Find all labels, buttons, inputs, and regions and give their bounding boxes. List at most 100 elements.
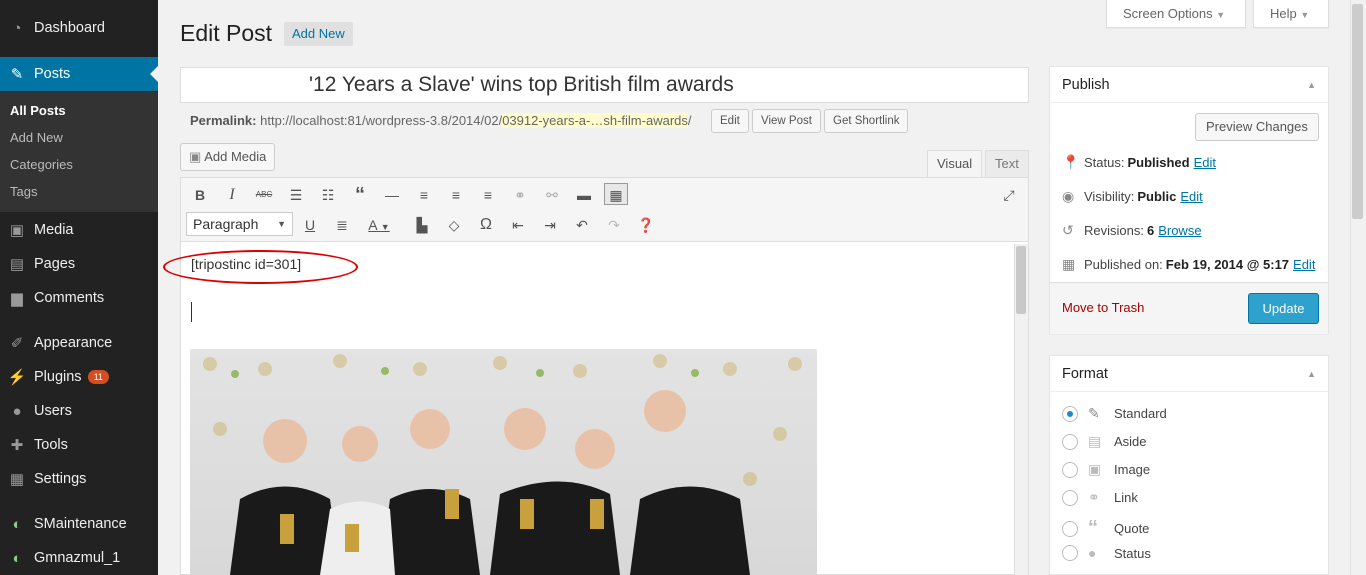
radio-button[interactable] <box>1062 405 1078 422</box>
read-more-icon[interactable]: ▬ <box>572 184 596 206</box>
text-color-icon[interactable]: A ▼ <box>362 214 396 236</box>
undo-icon[interactable]: ↶ <box>570 214 594 236</box>
menu-dashboard[interactable]: ◔ Dashboard <box>0 11 158 45</box>
justify-icon[interactable]: ≣ <box>330 214 354 236</box>
menu-label: Plugins <box>34 369 82 385</box>
menu-pages[interactable]: ▤ Pages <box>0 247 158 281</box>
numbered-list-icon[interactable]: ☷ <box>316 184 340 206</box>
preview-changes-button[interactable]: Preview Changes <box>1195 113 1319 141</box>
indent-icon[interactable]: ⇥ <box>538 214 562 236</box>
submenu-add-new[interactable]: Add New <box>10 130 63 145</box>
format-option-status[interactable]: ● Status <box>1062 545 1151 561</box>
revisions-label: Revisions: <box>1084 223 1144 238</box>
editor-scrollbar-thumb[interactable] <box>1016 246 1026 314</box>
help-icon[interactable]: ❓ <box>634 214 658 236</box>
browse-revisions-link[interactable]: Browse <box>1158 223 1201 238</box>
visibility-row: ◉ Visibility: Public Edit <box>1062 188 1203 205</box>
radio-button[interactable] <box>1062 520 1078 537</box>
status-row: 📍 Status: Published Edit <box>1062 154 1216 171</box>
menu-users[interactable]: ● Users <box>0 394 158 428</box>
bold-icon[interactable]: B <box>188 184 212 206</box>
menu-settings[interactable]: ▦ Settings <box>0 462 158 496</box>
editor-toolbar: B I ABC ☰ ☷ “ — ≡ ≡ ≡ ⚭ ⚯ ▬ ▦ ⤢ Paragrap… <box>181 178 1028 242</box>
format-option-image[interactable]: ▣ Image <box>1062 461 1150 478</box>
format-select[interactable]: Paragraph ▼ <box>186 212 293 236</box>
menu-smaintenance[interactable]: ◐ SMaintenance <box>0 507 158 541</box>
strikethrough-icon[interactable]: ABC <box>252 184 276 206</box>
visibility-edit-link[interactable]: Edit <box>1180 189 1202 204</box>
add-media-button[interactable]: ▣ Add Media <box>180 143 276 171</box>
screen-options-button[interactable]: Screen Options ▼ <box>1106 0 1246 28</box>
link-icon[interactable]: ⚭ <box>508 184 532 206</box>
pin-icon: ✎ <box>1088 405 1100 421</box>
posts-submenu: All Posts Add New Categories Tags <box>0 92 158 212</box>
bullet-list-icon[interactable]: ☰ <box>284 184 308 206</box>
menu-comments[interactable]: ▆ Comments <box>0 281 158 315</box>
aside-icon: ▤ <box>1088 433 1102 449</box>
menu-media[interactable]: ▣ Media <box>0 213 158 247</box>
format-option-link[interactable]: ⚭ Link <box>1062 489 1138 506</box>
update-button[interactable]: Update <box>1248 293 1319 324</box>
post-title-input[interactable]: '12 Years a Slave' wins top British film… <box>180 67 1029 103</box>
chevron-down-icon: ▼ <box>1216 10 1226 20</box>
permalink-label: Permalink: <box>190 113 257 128</box>
view-post-button[interactable]: View Post <box>752 109 821 133</box>
submenu-all-posts[interactable]: All Posts <box>10 103 66 118</box>
menu-label: Media <box>34 222 74 238</box>
menu-gmnazmul[interactable]: ◐ Gmnazmul_1 <box>0 541 158 575</box>
fullscreen-icon[interactable]: ⤢ <box>997 184 1021 206</box>
post-image[interactable] <box>190 349 817 575</box>
format-title: Format <box>1062 366 1108 382</box>
radio-button[interactable] <box>1062 461 1078 478</box>
underline-icon[interactable]: U <box>298 214 322 236</box>
permalink-base: http://localhost:81/wordpress-3.8/2014/0… <box>260 113 503 128</box>
radio-button[interactable] <box>1062 545 1078 561</box>
move-to-trash-link[interactable]: Move to Trash <box>1062 300 1144 315</box>
screen-options-label: Screen Options <box>1123 6 1213 21</box>
menu-plugins[interactable]: ⚡ Plugins 11 <box>0 360 158 394</box>
permalink-edit-button[interactable]: Edit <box>711 109 749 133</box>
format-box-header[interactable]: Format ▲ <box>1050 356 1328 392</box>
italic-icon[interactable]: I <box>220 184 244 206</box>
menu-tools[interactable]: ✚ Tools <box>0 428 158 462</box>
paste-text-icon[interactable]: ▙ <box>410 214 434 236</box>
toolbar-toggle-icon[interactable]: ▦ <box>604 183 628 205</box>
redo-icon[interactable]: ↷ <box>602 214 626 236</box>
unlink-icon[interactable]: ⚯ <box>540 184 564 206</box>
radio-button[interactable] <box>1062 489 1078 506</box>
status-edit-link[interactable]: Edit <box>1194 155 1216 170</box>
format-option-quote[interactable]: “ Quote <box>1062 517 1149 540</box>
calendar-icon: ▦ <box>1062 256 1076 272</box>
menu-appearance[interactable]: ✐ Appearance <box>0 326 158 360</box>
format-box: Format ▲ ✎ Standard ▤ Aside ▣ Image ⚭ Link “ Q… <box>1049 355 1329 575</box>
menu-label: Tools <box>34 437 68 453</box>
align-center-icon[interactable]: ≡ <box>444 184 468 206</box>
submenu-tags[interactable]: Tags <box>10 184 37 199</box>
submenu-categories[interactable]: Categories <box>10 157 73 172</box>
chevron-down-icon: ▼ <box>1300 10 1310 20</box>
collapse-arrow-icon[interactable]: ▲ <box>1307 356 1316 392</box>
get-shortlink-button[interactable]: Get Shortlink <box>824 109 909 133</box>
format-option-aside[interactable]: ▤ Aside <box>1062 433 1147 450</box>
blockquote-icon[interactable]: “ <box>348 184 372 206</box>
align-left-icon[interactable]: ≡ <box>412 184 436 206</box>
outdent-icon[interactable]: ⇤ <box>506 214 530 236</box>
status-value: Published <box>1127 155 1190 170</box>
tab-text[interactable]: Text <box>985 150 1029 177</box>
align-right-icon[interactable]: ≡ <box>476 184 500 206</box>
horizontal-line-icon[interactable]: — <box>380 184 404 206</box>
tab-visual[interactable]: Visual <box>927 150 983 177</box>
format-option-standard[interactable]: ✎ Standard <box>1062 405 1167 422</box>
window-scrollbar-thumb[interactable] <box>1352 4 1363 219</box>
collapse-arrow-icon[interactable]: ▲ <box>1307 67 1316 103</box>
add-new-button[interactable]: Add New <box>284 22 353 46</box>
permalink-slug[interactable]: 03912-years-a-…sh-film-awards <box>502 113 688 128</box>
special-character-icon[interactable]: Ω <box>474 214 498 236</box>
clear-formatting-icon[interactable]: ◇ <box>442 214 466 236</box>
menu-posts[interactable]: ✎ Posts <box>0 57 158 91</box>
help-button[interactable]: Help ▼ <box>1253 0 1329 28</box>
published-edit-link[interactable]: Edit <box>1293 257 1315 272</box>
radio-button[interactable] <box>1062 433 1078 450</box>
format-option-label: Image <box>1114 462 1151 477</box>
publish-box-header[interactable]: Publish ▲ <box>1050 67 1328 103</box>
